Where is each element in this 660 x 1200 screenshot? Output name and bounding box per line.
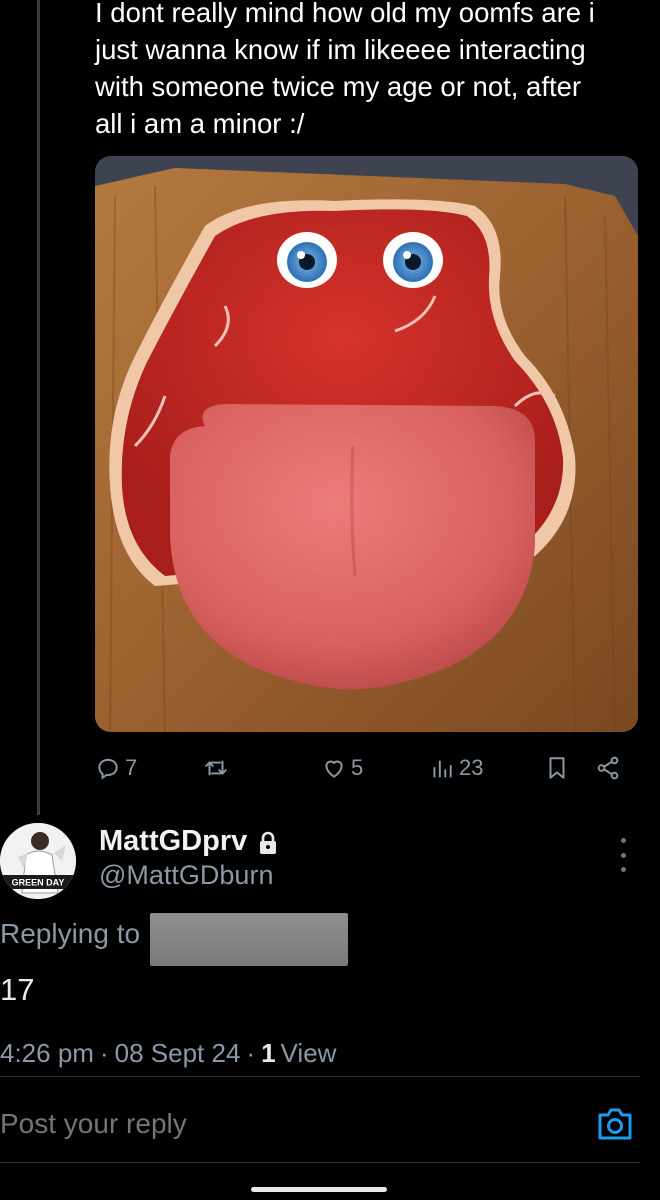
post-date: 08 Sept 24	[114, 1038, 241, 1068]
tweet-text: I dont really mind how old my oomfs are …	[95, 0, 595, 139]
view-count: 1	[261, 1038, 276, 1068]
like-count: 5	[351, 755, 364, 780]
views-count: 23	[459, 755, 484, 780]
tweet-media-image[interactable]	[95, 156, 638, 732]
meta-separator: ·	[99, 1038, 109, 1068]
reply-metadata: 4:26 pm · 08 Sept 24 · 1 View	[0, 1038, 336, 1069]
share-icon	[597, 756, 619, 780]
avatar-text: GREEN DAY	[12, 878, 65, 888]
share-button[interactable]	[595, 750, 621, 786]
reply-text: 17	[0, 972, 35, 1007]
view-label: View	[280, 1038, 337, 1068]
reply-icon	[98, 758, 118, 780]
reply-count: 7	[125, 755, 138, 780]
repost-icon	[205, 760, 227, 776]
meta-separator: ·	[246, 1038, 256, 1068]
reply-author[interactable]: MattGDprv	[99, 825, 279, 858]
camera-icon[interactable]	[596, 1106, 634, 1142]
display-name: MattGDprv	[99, 825, 248, 857]
home-indicator[interactable]	[251, 1187, 387, 1192]
divider	[0, 1162, 640, 1163]
repost-button[interactable]	[203, 750, 233, 786]
reply-input[interactable]: Post your reply	[0, 1108, 187, 1140]
post-time: 4:26 pm	[0, 1038, 94, 1068]
divider	[0, 1076, 640, 1077]
avatar[interactable]: GREEN DAY	[0, 823, 76, 899]
views-button[interactable]: 23	[429, 750, 483, 786]
redacted-username	[150, 913, 348, 966]
replying-to-label: Replying to	[0, 918, 141, 949]
more-options-icon[interactable]	[612, 838, 634, 872]
lock-icon	[257, 830, 279, 854]
bookmark-button[interactable]	[544, 750, 570, 786]
user-handle[interactable]: @MattGDburn	[99, 860, 273, 891]
bar-chart-icon	[433, 760, 452, 778]
heart-icon	[325, 760, 343, 778]
bookmark-icon	[549, 757, 565, 779]
reply-button[interactable]: 7	[95, 750, 137, 786]
tweet-action-bar: 7 5 23	[95, 750, 640, 786]
like-button[interactable]: 5	[321, 750, 363, 786]
thread-connector-line	[37, 0, 40, 815]
